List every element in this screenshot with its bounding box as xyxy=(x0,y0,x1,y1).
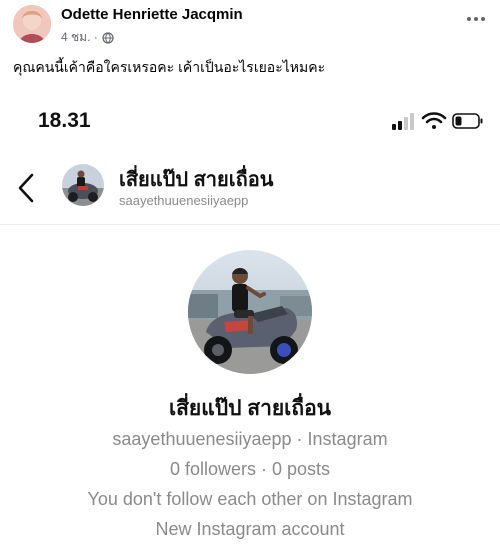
more-options-icon[interactable] xyxy=(464,14,488,24)
profile-avatar-large-image xyxy=(188,250,312,374)
profile-avatar-small[interactable] xyxy=(62,164,104,206)
header-divider xyxy=(0,224,500,225)
profile-avatar-large[interactable] xyxy=(188,250,312,374)
post-meta: 4 ชม. · xyxy=(61,28,114,47)
profile-handle-line: saayethuuenesiiyaepp · Instagram xyxy=(112,429,388,449)
post-image[interactable]: 18.31 เสี่ยแป๊ป สายเถื่อน saayethuuenesi… xyxy=(0,92,500,554)
battery-icon xyxy=(452,113,483,129)
profile-name: เสี่ยแป๊ป สายเถื่อน xyxy=(168,397,332,420)
follow-status-note: You don't follow each other on Instagram xyxy=(87,489,413,509)
account-age-note: New Instagram account xyxy=(155,519,345,539)
post-header: Odette Henriette Jacqmin 4 ชม. · xyxy=(0,0,500,52)
profile-name-header: เสี่ยแป๊ป สายเถื่อน xyxy=(119,169,274,191)
globe-icon xyxy=(102,31,114,44)
profile-handle-header: saayethuuenesiiyaepp xyxy=(119,193,249,208)
author-avatar-image xyxy=(13,5,51,43)
chevron-left-icon[interactable] xyxy=(16,172,36,204)
author-avatar[interactable] xyxy=(13,5,51,43)
profile-avatar-small-image xyxy=(62,164,104,206)
wifi-icon xyxy=(421,112,447,129)
signal-icon xyxy=(392,113,414,130)
profile-stats: 0 followers · 0 posts xyxy=(169,459,331,479)
status-icons xyxy=(392,112,483,130)
post-text: คุณคนนี้เค้าคือใครเหรอคะ เค้าเป็นอะไรเยอ… xyxy=(13,59,326,75)
status-time: 18.31 xyxy=(38,109,91,132)
post-time[interactable]: 4 ชม. · xyxy=(61,28,98,47)
author-name[interactable]: Odette Henriette Jacqmin xyxy=(61,6,243,23)
